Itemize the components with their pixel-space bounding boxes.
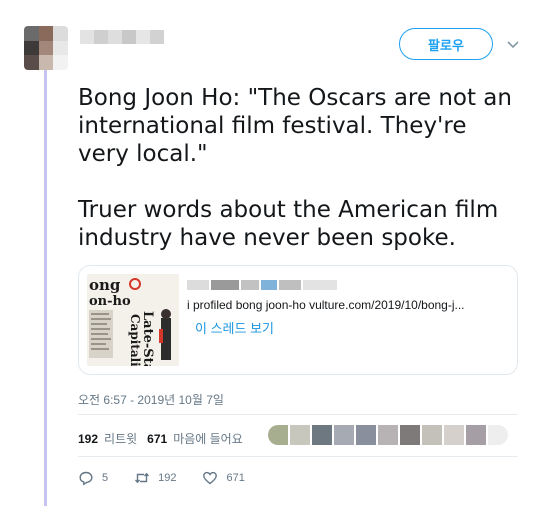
thread-line [44, 60, 47, 506]
retweet-count: 192 [158, 472, 177, 484]
thumb-word-1: ong [89, 276, 121, 294]
liker-avatars-blurred[interactable] [268, 425, 508, 445]
reply-icon [79, 471, 93, 486]
link-card[interactable]: ong on-ho Late-Stage Capitalism i profil… [78, 265, 518, 375]
view-thread-link[interactable]: 이 스레드 보기 [195, 318, 274, 337]
avatar[interactable] [24, 26, 68, 70]
likes-count[interactable]: 671 [147, 432, 167, 446]
retweet-button[interactable]: 192 [134, 470, 176, 486]
like-count: 671 [226, 472, 245, 484]
likes-label[interactable]: 마음에 들어요 [173, 430, 243, 447]
chevron-down-icon[interactable] [505, 36, 521, 52]
tweet-text: Bong Joon Ho: "The Oscars are not an int… [78, 85, 512, 251]
tweet-actions: 5 192 671 [78, 470, 271, 486]
tweet-stats: 192 리트윗 671 마음에 들어요 [78, 430, 243, 447]
reply-count: 5 [102, 472, 109, 484]
reply-button[interactable]: 5 [78, 470, 108, 486]
follow-button[interactable]: 팔로우 [399, 28, 493, 60]
divider [78, 456, 518, 457]
divider [78, 414, 518, 415]
card-description: i profiled bong joon-ho vulture.com/2019… [187, 298, 465, 312]
retweet-icon [135, 472, 150, 484]
retweets-count[interactable]: 192 [78, 432, 98, 446]
thumb-word-4: Capitalism [128, 314, 142, 366]
card-thumbnail: ong on-ho Late-Stage Capitalism [87, 274, 179, 366]
heart-icon [203, 471, 218, 485]
tweet-timestamp[interactable]: 오전 6:57 - 2019년 10월 7일 [78, 391, 224, 408]
thumb-word-2: on-ho [89, 294, 131, 309]
card-title-blurred [187, 280, 337, 290]
retweets-label[interactable]: 리트윗 [104, 430, 137, 447]
like-button[interactable]: 671 [202, 470, 245, 486]
author-name-blurred[interactable] [80, 30, 164, 44]
